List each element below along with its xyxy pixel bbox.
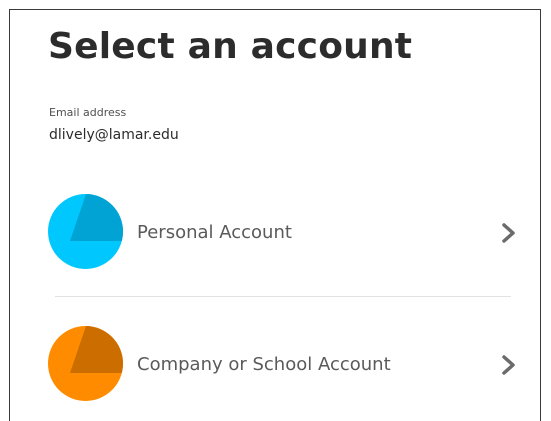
personal-account-option[interactable]: Personal Account: [40, 186, 520, 276]
company-account-avatar-icon: [48, 326, 123, 401]
personal-account-label: Personal Account: [137, 222, 292, 243]
chevron-right-icon: [500, 354, 518, 376]
email-address-label: Email address: [49, 106, 127, 119]
divider: [55, 296, 511, 297]
page-title: Select an account: [48, 26, 413, 67]
account-picker-panel: Select an account Email address dlively@…: [9, 9, 541, 421]
company-account-option[interactable]: Company or School Account: [40, 318, 520, 408]
personal-account-avatar-icon: [48, 194, 123, 269]
chevron-right-icon: [500, 222, 518, 244]
company-account-label: Company or School Account: [137, 354, 391, 375]
email-address-value: dlively@lamar.edu: [49, 127, 179, 143]
